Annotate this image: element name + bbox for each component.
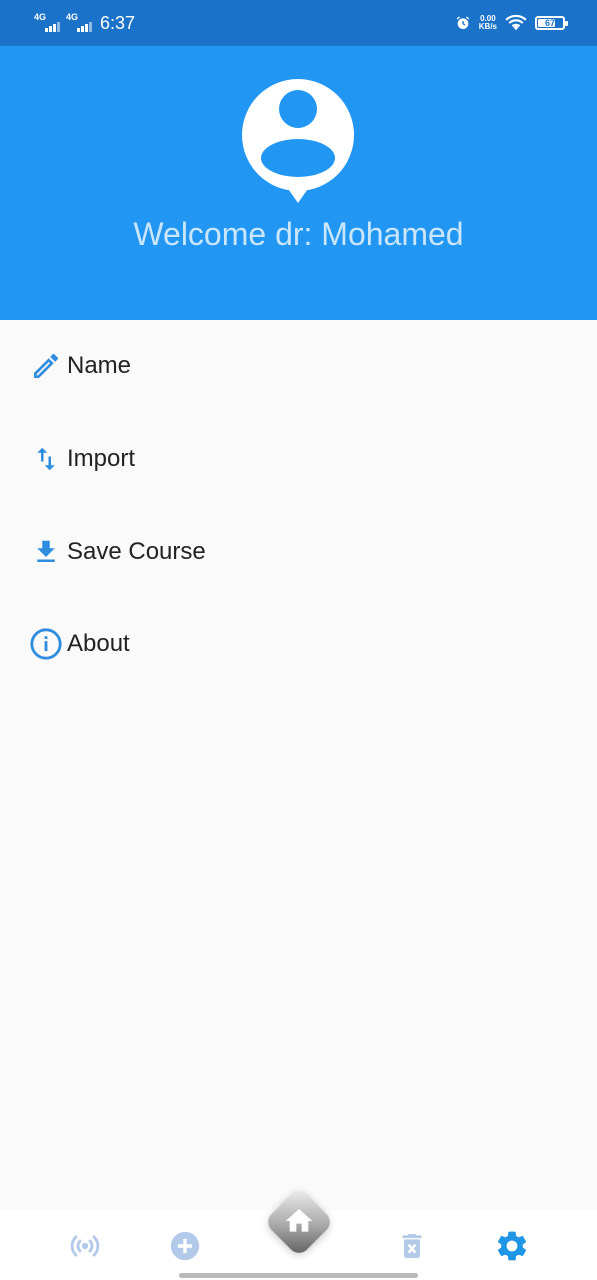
status-right: 0.00 KB/s 67	[455, 12, 568, 34]
menu-item-label: About	[67, 630, 130, 657]
add-circle-icon	[170, 1231, 200, 1261]
battery-icon: 67	[535, 16, 568, 30]
nav-delete-button[interactable]	[394, 1228, 430, 1264]
signal-icon: 4G	[66, 12, 92, 34]
battery-level: 67	[544, 18, 555, 28]
download-icon	[29, 535, 63, 569]
nav-add-button[interactable]	[167, 1228, 203, 1264]
signal-icon: 4G	[34, 12, 60, 34]
status-time: 6:37	[100, 13, 136, 33]
pencil-icon	[29, 349, 63, 383]
nav-settings-button[interactable]	[494, 1228, 530, 1264]
menu-item-label: Import	[67, 445, 136, 472]
menu-item-name[interactable]: Name	[0, 320, 597, 412]
network-type-2: 4G	[66, 12, 79, 22]
home-icon	[285, 1209, 313, 1232]
status-bar: 4G 4G 6:37 0.00 KB/s 67	[0, 0, 597, 46]
status-left: 4G 4G 6:37	[34, 12, 135, 34]
nav-home-button[interactable]	[256, 1179, 342, 1265]
menu-item-label: Save Course	[67, 538, 206, 565]
welcome-text: Welcome dr: Mohamed	[133, 216, 464, 252]
wifi-icon	[505, 14, 527, 31]
account-pin-icon	[242, 79, 354, 203]
menu-item-label: Name	[67, 352, 132, 379]
network-type-1: 4G	[34, 12, 47, 22]
info-icon	[29, 627, 63, 661]
drawer-header: Welcome dr: Mohamed	[0, 46, 597, 320]
import-export-icon	[29, 442, 63, 476]
alarm-icon	[456, 16, 470, 29]
network-speed: 0.00 KB/s	[479, 15, 497, 31]
delete-icon	[402, 1234, 422, 1258]
menu-item-save-course[interactable]: Save Course	[0, 506, 597, 598]
menu-item-import[interactable]: Import	[0, 413, 597, 505]
settings-icon	[497, 1231, 527, 1261]
menu-item-about[interactable]: About	[0, 598, 597, 690]
speed-unit: KB/s	[478, 22, 497, 31]
nav-broadcast-button[interactable]	[67, 1228, 103, 1264]
broadcast-icon	[70, 1235, 100, 1257]
gesture-bar	[179, 1273, 418, 1278]
